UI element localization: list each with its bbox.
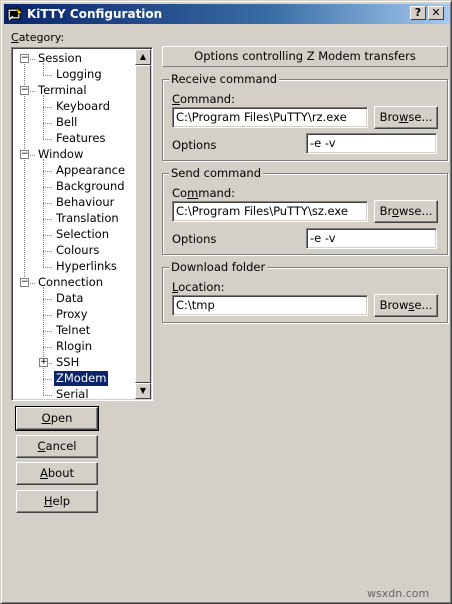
tree-item-ssh[interactable]: SSH	[54, 355, 81, 370]
tree-item-terminal[interactable]: Terminal	[36, 83, 89, 98]
help-title-button[interactable]: ?	[410, 6, 426, 20]
tree-item-selection[interactable]: Selection	[54, 227, 111, 242]
tree-connector	[43, 187, 52, 188]
help-mnemonic: H	[43, 494, 53, 508]
tree-item-features[interactable]: Features	[54, 131, 107, 146]
scroll-up-button[interactable]: ▲	[135, 49, 151, 65]
cancel-button[interactable]: Cancel	[16, 435, 98, 458]
tree-item-keyboard[interactable]: Keyboard	[54, 99, 112, 114]
tree-item-proxy[interactable]: Proxy	[54, 307, 90, 322]
window-title: KiTTY Configuration	[27, 7, 163, 21]
tree-connector	[30, 283, 35, 284]
category-tree[interactable]: − Session Logging − Terminal Keyboard Bell Feat…	[11, 47, 153, 401]
send-options-input[interactable]: -e -v	[306, 228, 437, 249]
help-rest: elp	[52, 494, 71, 508]
tree-item-session[interactable]: Session	[36, 51, 84, 66]
open-rest: pen	[50, 411, 73, 425]
open-button[interactable]: Open	[15, 406, 99, 431]
receive-command-label: Command:	[172, 92, 235, 106]
tree-connector	[43, 315, 52, 316]
tree-connector	[43, 395, 52, 396]
tree-connector	[30, 91, 35, 92]
download-browse-button[interactable]: Browse...	[374, 294, 438, 317]
tree-item-logging[interactable]: Logging	[54, 67, 104, 82]
tree-item-translation[interactable]: Translation	[54, 211, 121, 226]
watermark-text: wsxdn.com	[367, 587, 430, 600]
tree-connector	[43, 267, 52, 268]
send-command-input[interactable]: C:\Program Files\PuTTY\sz.exe	[172, 201, 368, 222]
tree-item-colours[interactable]: Colours	[54, 243, 101, 258]
tree-connector	[43, 251, 52, 252]
tree-connector	[43, 203, 52, 204]
about-mnemonic: A	[39, 466, 48, 480]
tree-branch-line	[43, 95, 44, 139]
tree-connector	[43, 75, 52, 76]
receive-browse-button[interactable]: Browse...	[374, 106, 438, 129]
tree-collapse-icon[interactable]: −	[20, 150, 29, 159]
tree-item-connection[interactable]: Connection	[36, 275, 105, 290]
tree-item-bell[interactable]: Bell	[54, 115, 79, 130]
tree-item-hyperlinks[interactable]: Hyperlinks	[54, 259, 119, 274]
about-rest: bout	[47, 466, 74, 480]
tree-connector	[43, 379, 52, 380]
tree-item-window[interactable]: Window	[36, 147, 85, 162]
tree-collapse-icon[interactable]: −	[20, 54, 29, 63]
send-options-label: Options	[172, 232, 217, 246]
tree-item-background[interactable]: Background	[54, 179, 127, 194]
download-group-title: Download folder	[169, 260, 268, 274]
tree-connector	[43, 171, 52, 172]
receive-options-input[interactable]: -e -v	[306, 133, 437, 154]
tree-connector	[43, 139, 52, 140]
close-button[interactable]: ✕	[428, 6, 444, 20]
about-button[interactable]: About	[16, 462, 98, 485]
kitty-app-icon	[7, 6, 23, 21]
panel-heading: Options controlling Z Modem transfers	[162, 46, 448, 67]
download-location-label: Location:	[172, 280, 225, 294]
tree-item-behaviour[interactable]: Behaviour	[54, 195, 116, 210]
open-mnemonic: O	[41, 411, 51, 425]
receive-command-input[interactable]: C:\Program Files\PuTTY\rz.exe	[172, 107, 368, 128]
tree-connector	[43, 235, 52, 236]
category-label: Category:	[11, 31, 65, 44]
scroll-thumb[interactable]	[135, 65, 151, 383]
tree-connector	[43, 219, 52, 220]
kitty-config-window: KiTTY Configuration ? ✕ Category: − Sessi…	[0, 0, 452, 604]
category-label-rest: ategory:	[18, 31, 65, 44]
tree-collapse-icon[interactable]: −	[20, 278, 29, 287]
tree-connector	[43, 347, 52, 348]
tree-connector	[30, 59, 35, 60]
download-location-input[interactable]: C:\tmp	[172, 295, 368, 316]
tree-connector	[43, 107, 52, 108]
tree-scrollbar[interactable]: ▲ ▼	[135, 49, 151, 399]
tree-connector	[43, 299, 52, 300]
tree-item-serial[interactable]: Serial	[54, 387, 91, 400]
title-bar[interactable]: KiTTY Configuration ? ✕	[4, 4, 450, 24]
tree-collapse-icon[interactable]: −	[20, 86, 29, 95]
tree-expand-icon[interactable]: +	[39, 358, 48, 367]
send-command-label: Command:	[172, 186, 235, 200]
send-group-title: Send command	[169, 166, 264, 180]
receive-options-label: Options	[172, 138, 217, 152]
receive-group-title: Receive command	[169, 72, 280, 86]
help-button[interactable]: Help	[16, 490, 98, 513]
tree-item-zmodem[interactable]: ZModem	[52, 370, 110, 387]
cancel-mnemonic: C	[37, 439, 46, 453]
tree-item-telnet[interactable]: Telnet	[54, 323, 92, 338]
tree-connector	[43, 123, 52, 124]
scroll-down-button[interactable]: ▼	[135, 383, 151, 399]
cancel-rest: ancel	[45, 439, 77, 453]
tree-connector	[30, 155, 35, 156]
tree-item-data[interactable]: Data	[54, 291, 85, 306]
send-browse-button[interactable]: Browse...	[374, 200, 438, 223]
tree-item-rlogin[interactable]: Rlogin	[54, 339, 94, 354]
tree-item-appearance[interactable]: Appearance	[54, 163, 127, 178]
tree-connector	[43, 331, 52, 332]
